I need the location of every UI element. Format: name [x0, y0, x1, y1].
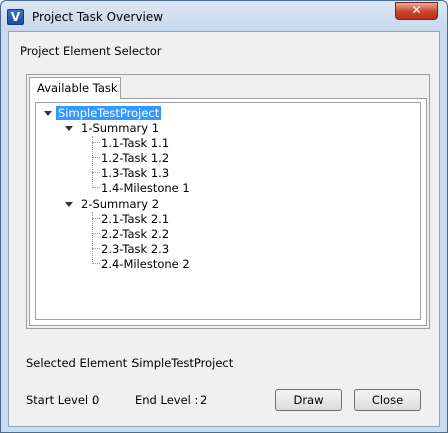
draw-button[interactable]: Draw	[275, 389, 342, 411]
tree-connector	[92, 212, 93, 264]
tree-node-summary[interactable]: 1-Summary 1	[81, 121, 159, 135]
tree-node-task[interactable]: 2.2-Task 2.2	[101, 227, 169, 241]
tree-connector	[92, 172, 100, 173]
tree-connector	[92, 233, 100, 234]
selected-element-value: SimpleTestProject	[132, 356, 234, 370]
tree-connector	[92, 263, 100, 264]
expand-arrow-icon[interactable]	[44, 111, 52, 116]
tree-node-task[interactable]: 1.2-Task 1.2	[101, 151, 169, 165]
tree-node-task[interactable]: 2.3-Task 2.3	[101, 242, 169, 256]
end-level-value: 2	[200, 393, 208, 407]
tree-node-task[interactable]: 1.3-Task 1.3	[101, 166, 169, 180]
main-window: V Project Task Overview ✕ Project Elemen…	[0, 0, 448, 433]
title-bar[interactable]: V Project Task Overview ✕	[1, 1, 447, 31]
tree-connector	[92, 218, 100, 219]
dialog-body: Project Element Selector Available Task …	[8, 31, 440, 427]
tree-connector	[92, 136, 93, 188]
end-level-label: End Level :	[135, 393, 199, 407]
tree-connector	[92, 157, 100, 158]
close-button[interactable]: Close	[354, 389, 421, 411]
expand-arrow-icon[interactable]	[65, 126, 73, 131]
app-icon: V	[7, 9, 24, 25]
selector-label: Project Element Selector	[20, 44, 162, 58]
tree-node-summary[interactable]: 2-Summary 2	[81, 197, 159, 211]
selected-element-label: Selected Element :	[26, 356, 135, 370]
expand-arrow-icon[interactable]	[65, 202, 73, 207]
window-title: Project Task Overview	[32, 10, 164, 24]
tree-node-root[interactable]: SimpleTestProject	[56, 106, 162, 120]
task-tree[interactable]: SimpleTestProject 1-Summary 1 1.1-Task 1…	[35, 102, 421, 320]
start-level-label: Start Level :	[26, 393, 96, 407]
tree-connector	[92, 187, 100, 188]
tree-node-milestone[interactable]: 2.4-Milestone 2	[101, 257, 190, 271]
start-level-value: 0	[92, 393, 100, 407]
tree-node-milestone[interactable]: 1.4-Milestone 1	[101, 181, 190, 195]
tree-node-task[interactable]: 1.1-Task 1.1	[101, 136, 169, 150]
tree-node-task[interactable]: 2.1-Task 2.1	[101, 212, 169, 226]
tree-connector	[92, 248, 100, 249]
tree-connector	[92, 142, 100, 143]
window-close-button[interactable]: ✕	[395, 2, 438, 20]
tab-available-task[interactable]: Available Task	[29, 77, 121, 99]
